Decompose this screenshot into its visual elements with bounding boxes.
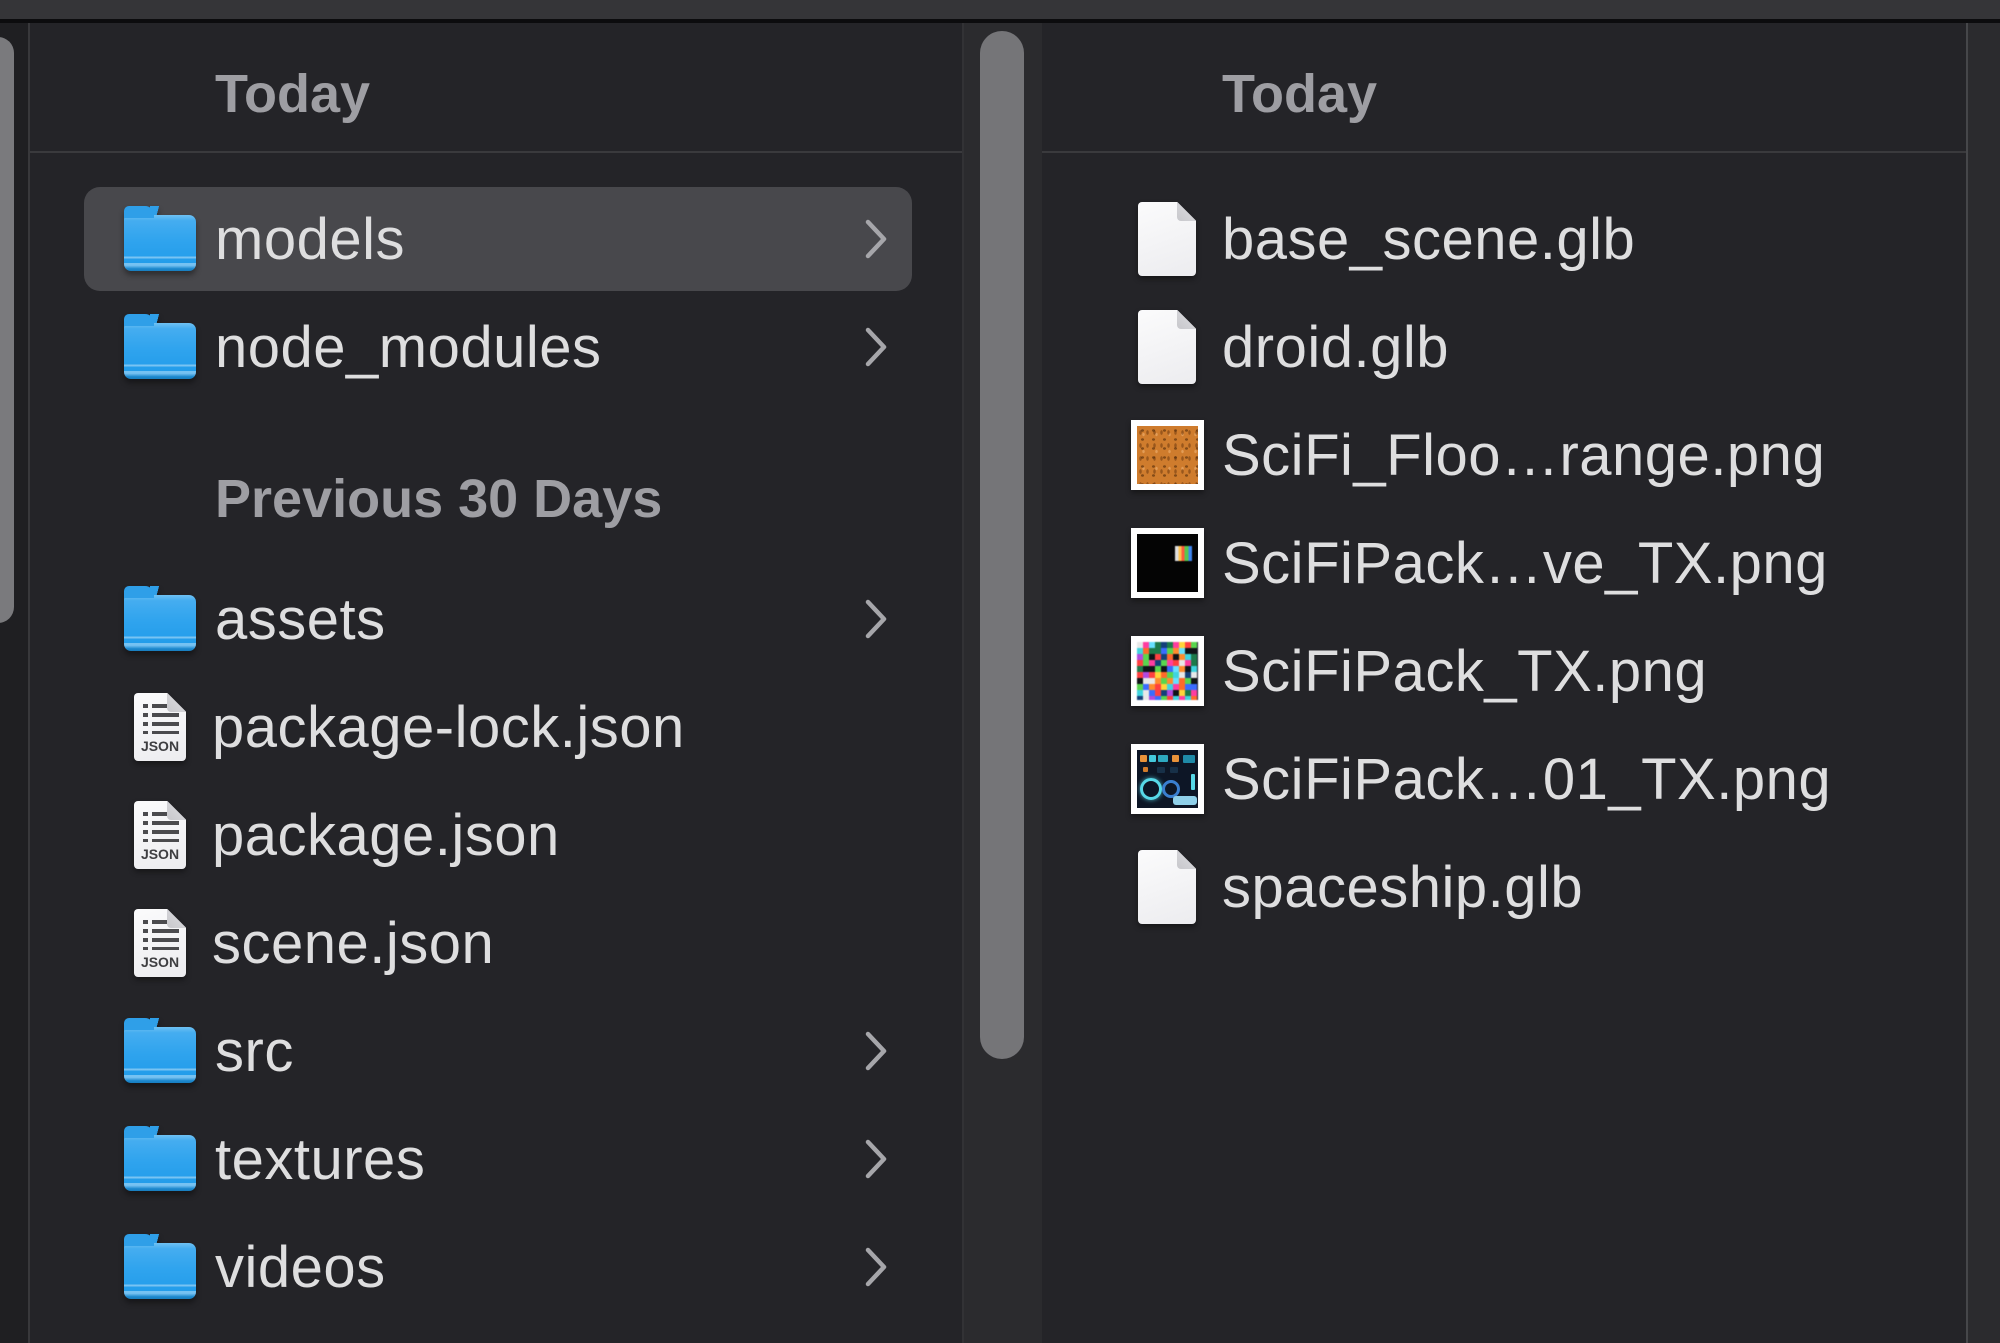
column-browser-pane-2: Today base_scene.glbdroid.glbSciFi_Floo…r… [1042,23,1966,1343]
icon-slot [1108,509,1226,617]
chevron-right-icon [856,1213,896,1321]
window-left-scrollbar-thumb[interactable] [0,37,14,623]
panel-chip [1158,755,1168,762]
file-row-scifi-floo-range-png[interactable]: SciFi_Floo…range.png [1042,401,1966,509]
file-row-package-json[interactable]: JSON package.json [30,781,962,889]
panel-chip [1183,755,1195,763]
icon-slot [1108,401,1226,509]
document-file-icon [1138,850,1196,924]
file-row-droid-glb[interactable]: droid.glb [1042,293,1966,401]
json-file-icon: JSON [134,909,186,977]
file-row-scifipack-tx-png[interactable]: SciFiPack_TX.png [1042,617,1966,725]
blue-folder-icon [124,1027,196,1083]
panel-chip [1157,767,1165,773]
folder-row-videos[interactable]: videos [30,1213,962,1321]
item-label: droid.glb [1222,293,1449,401]
icon-slot [108,565,212,673]
item-label: SciFiPack…ve_TX.png [1222,509,1828,617]
folder-row-src[interactable]: src [30,997,962,1105]
item-label: SciFiPack…01_TX.png [1222,725,1831,833]
column-browser-pane-1: Today modelsnode_modules Previous 30 Days a… [30,23,962,1343]
pane-divider-scrollbar-track [962,23,1044,1343]
file-row-package-lock-json[interactable]: JSON package-lock.json [30,673,962,781]
orange-texture-thumbnail [1131,420,1204,490]
item-label: base_scene.glb [1222,185,1635,293]
folder-row-models[interactable]: models [30,185,962,293]
section-header-previous-30-days: Previous 30 Days [215,472,662,526]
item-label: videos [215,1213,386,1321]
blue-folder-icon [124,595,196,651]
window-right-scrollbar-track [1966,23,2000,1343]
panel-vbar [1191,774,1195,790]
file-row-base-scene-glb[interactable]: base_scene.glb [1042,185,1966,293]
json-badge-text: JSON [134,738,186,754]
icon-slot [1108,293,1226,401]
chevron-right-icon [856,1105,896,1213]
chevron-right-icon [856,185,896,293]
folder-row-assets[interactable]: assets [30,565,962,673]
panel-chip [1140,755,1147,762]
icon-slot [1108,185,1226,293]
json-badge-text: JSON [134,846,186,862]
header-separator-line [30,151,962,153]
panel-chip [1149,755,1156,762]
blue-folder-icon [124,215,196,271]
section-header-today: Today [215,63,370,125]
chevron-right-icon [856,565,896,673]
icon-slot: JSON [108,889,212,997]
json-badge-text: JSON [134,954,186,970]
scifi-panel-texture-thumbnail [1131,744,1204,814]
icon-slot [108,293,212,401]
chevron-right-icon [856,293,896,401]
file-row-scene-json[interactable]: JSON scene.json [30,889,962,997]
file-row-scifipack-ve-tx-png[interactable]: SciFiPack…ve_TX.png [1042,509,1966,617]
item-label: textures [215,1105,425,1213]
item-label: assets [215,565,386,673]
item-label: src [215,997,294,1105]
icon-slot: JSON [108,673,212,781]
window-left-scrollbar-track [0,23,30,1343]
panel-chip [1172,755,1179,762]
icon-slot [1108,725,1226,833]
confetti-texture-thumbnail [1131,636,1204,706]
icon-slot [108,1105,212,1213]
item-label: scene.json [212,889,494,997]
rainbow-patch [1175,546,1192,561]
file-row-scifipack-01-tx-png[interactable]: SciFiPack…01_TX.png [1042,725,1966,833]
panel-chip [1170,767,1178,773]
folder-row-textures[interactable]: textures [30,1105,962,1213]
section-header-today: Today [1222,63,1377,125]
icon-slot [108,185,212,293]
header-separator-line [1042,151,1966,153]
blue-folder-icon [124,1135,196,1191]
document-file-icon [1138,202,1196,276]
emissive-texture-thumbnail [1131,528,1204,598]
blue-folder-icon [124,1243,196,1299]
panel-chip [1143,767,1148,772]
panel-dial [1140,778,1162,800]
item-label: models [215,185,405,293]
file-browser-window: Today modelsnode_modules Previous 30 Days a… [0,0,2000,1343]
blue-folder-icon [124,323,196,379]
icon-slot: JSON [108,781,212,889]
json-file-icon: JSON [134,801,186,869]
json-file-icon: JSON [134,693,186,761]
document-file-icon [1138,310,1196,384]
file-row-spaceship-glb[interactable]: spaceship.glb [1042,833,1966,941]
chevron-right-icon [856,997,896,1105]
folder-row-node-modules[interactable]: node_modules [30,293,962,401]
item-label: spaceship.glb [1222,833,1583,941]
icon-slot [1108,833,1226,941]
pane-scrollbar-thumb[interactable] [980,31,1024,1059]
toolbar-bottom-edge [0,0,2000,19]
item-label: package-lock.json [212,673,685,781]
item-label: node_modules [215,293,602,401]
panel-bar [1173,796,1197,805]
icon-slot [108,1213,212,1321]
item-label: SciFi_Floo…range.png [1222,401,1825,509]
icon-slot [1108,617,1226,725]
item-label: SciFiPack_TX.png [1222,617,1707,725]
icon-slot [108,997,212,1105]
item-label: package.json [212,781,560,889]
